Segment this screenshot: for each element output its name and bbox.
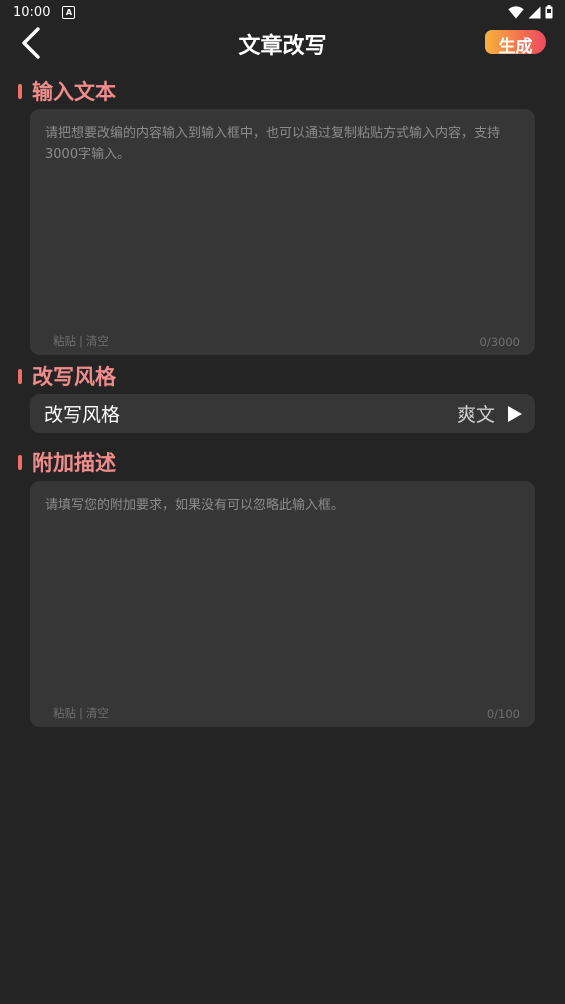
notification-a-icon: A: [62, 5, 76, 19]
input-text-area[interactable]: 请把想要改编的内容输入到输入框中，也可以通过复制粘贴方式输入内容，支持3000字…: [30, 109, 535, 355]
page-title: 文章改写: [238, 34, 327, 59]
status-left: 10:00 A: [13, 4, 76, 20]
clear-button[interactable]: 清空: [86, 333, 109, 349]
paste-button[interactable]: 粘贴: [53, 333, 76, 349]
wifi-icon: [508, 5, 524, 18]
input-char-counter: 0/3000: [479, 335, 520, 349]
clear-button[interactable]: 清空: [86, 705, 109, 721]
paste-button[interactable]: 粘贴: [53, 705, 76, 721]
tool-separator: |: [79, 706, 83, 720]
status-right: [508, 5, 553, 19]
style-section-header: 改写风格: [18, 363, 116, 389]
input-section-header: 输入文本: [18, 78, 116, 104]
style-section-title: 改写风格: [32, 365, 116, 389]
extra-section-title: 附加描述: [32, 451, 116, 475]
extra-char-counter: 0/100: [486, 707, 520, 721]
style-label: 改写风格: [44, 404, 121, 426]
battery-icon: [545, 5, 553, 19]
generate-button[interactable]: 生成: [485, 30, 546, 57]
status-bar: 10:00 A: [0, 0, 565, 24]
extra-section-header: 附加描述: [18, 449, 116, 475]
extra-placeholder: 请填写您的附加要求，如果没有可以忽略此输入框。: [45, 498, 345, 513]
extra-tools: 粘贴 | 清空: [53, 705, 109, 721]
app-bar: 文章改写 生成: [0, 24, 565, 64]
section-marker: [18, 83, 22, 99]
style-value-group: 爽文: [457, 400, 523, 427]
input-section-title: 输入文本: [32, 80, 116, 104]
input-placeholder: 请把想要改编的内容输入到输入框中，也可以通过复制粘贴方式输入内容，支持3000字…: [45, 126, 501, 162]
signal-icon: [528, 6, 541, 18]
extra-text-area[interactable]: 请填写您的附加要求，如果没有可以忽略此输入框。 粘贴 | 清空 0/100: [30, 481, 535, 727]
input-tools: 粘贴 | 清空: [53, 333, 109, 349]
section-marker: [18, 368, 22, 384]
play-triangle-icon: [508, 405, 522, 422]
style-selector[interactable]: 改写风格 爽文: [30, 394, 535, 433]
section-marker: [18, 454, 22, 470]
tool-separator: |: [79, 334, 83, 348]
style-value: 爽文: [456, 404, 495, 426]
status-time: 10:00: [13, 4, 51, 20]
